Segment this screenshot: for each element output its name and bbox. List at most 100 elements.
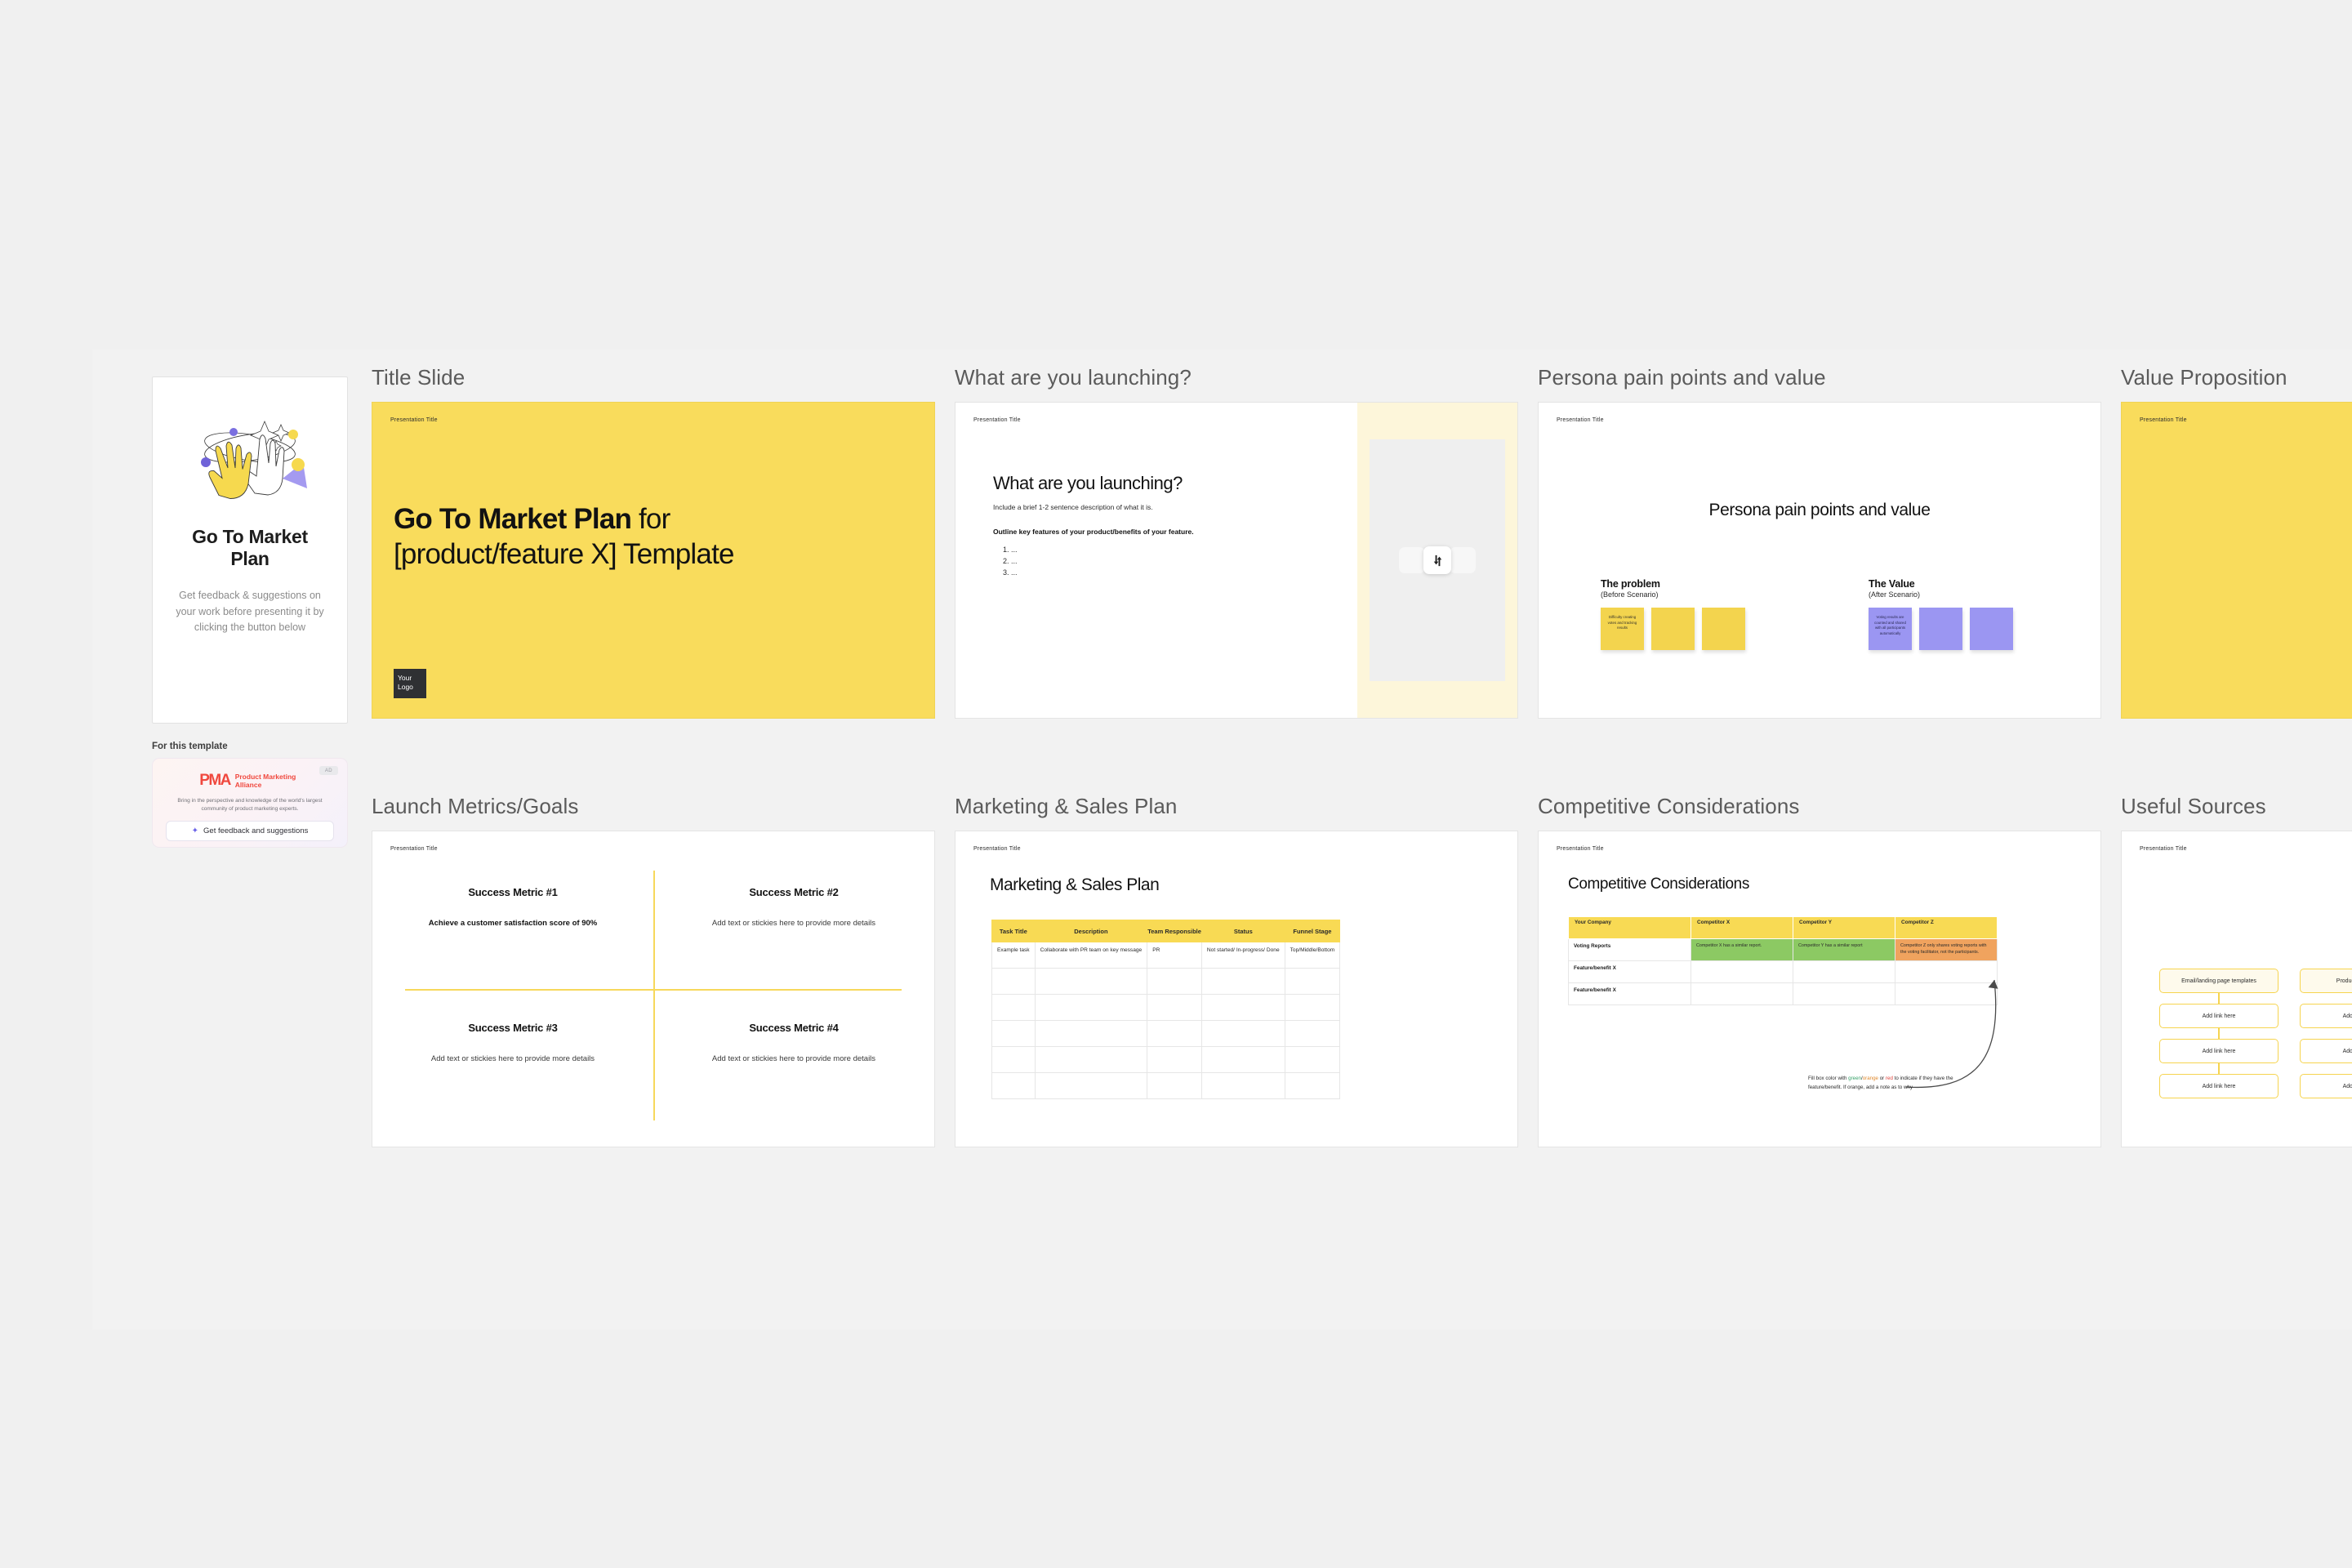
slide-thumbnail[interactable]: Presentation Title Success Metric #1 Ach…	[372, 831, 935, 1147]
source-link[interactable]: Add link here	[2159, 1004, 2278, 1028]
list-item: 2. ...	[1003, 556, 1018, 565]
table-cell[interactable]	[1147, 1046, 1202, 1073]
image-placeholder[interactable]	[1370, 439, 1505, 681]
template-cover-card[interactable]: Go To Market Plan Get feedback & suggest…	[152, 376, 348, 724]
slide-card-competitive-considerations[interactable]: Competitive Considerations Presentation …	[1538, 794, 2101, 1147]
table-cell[interactable]	[1284, 1020, 1341, 1047]
pma-promo-card[interactable]: AD PMA Product Marketing Alliance Bring …	[152, 758, 348, 848]
table-cell[interactable]	[1690, 960, 1793, 983]
table-row[interactable]	[991, 1020, 1341, 1047]
sticky-note[interactable]: Difficulty creating votes and tracking r…	[1601, 608, 1644, 650]
table-cell[interactable]: Top/Middle/Bottom	[1284, 942, 1341, 969]
presentation-title: Presentation Title	[2140, 846, 2187, 852]
swap-arrows-glyph	[1433, 555, 1441, 566]
table-row[interactable]: Example task Collaborate with PR team on…	[991, 942, 1341, 969]
sticky-note[interactable]: Voting results are counted and shared wi…	[1869, 608, 1912, 650]
source-link[interactable]: Add link here	[2159, 1039, 2278, 1063]
table-row[interactable]	[991, 1046, 1341, 1073]
slide-card-persona-pain-points[interactable]: Persona pain points and value Presentati…	[1538, 365, 2101, 719]
table-cell[interactable]	[991, 968, 1036, 995]
table-cell[interactable]	[1200, 994, 1285, 1021]
slide-thumbnail[interactable]: Presentation Title What are you launchin…	[955, 402, 1518, 719]
table-cell[interactable]	[1200, 1072, 1285, 1099]
slide-card-marketing-sales-plan[interactable]: Marketing & Sales Plan Presentation Titl…	[955, 794, 1518, 1147]
source-link[interactable]: Add link here	[2300, 1039, 2352, 1063]
table-cell[interactable]	[1147, 968, 1202, 995]
table-cell[interactable]	[1034, 1072, 1148, 1099]
slide-label: Useful Sources	[2121, 794, 2266, 818]
table-cell[interactable]: Example task	[991, 942, 1036, 969]
table-cell[interactable]	[1147, 1072, 1202, 1099]
source-link[interactable]: Add link here	[2300, 1004, 2352, 1028]
slide-thumbnail[interactable]: Presentation Title Marketing & Sales Pla…	[955, 831, 1518, 1147]
slide-card-title-slide[interactable]: Title Slide Presentation Title Go To Mar…	[372, 365, 935, 719]
table-cell[interactable]	[991, 994, 1036, 1021]
column-header: Task Title	[991, 920, 1036, 942]
source-column: Product Roadmap Add link here Add link h…	[2300, 969, 2352, 1098]
table-cell[interactable]	[991, 1046, 1036, 1073]
source-link[interactable]: Add link here	[2300, 1074, 2352, 1098]
quadrant-title: Success Metric #2	[749, 886, 839, 898]
slide-label: Persona pain points and value	[1538, 365, 1826, 390]
source-column-head[interactable]: Email/landing page templates	[2159, 969, 2278, 993]
slide-thumbnail[interactable]: Presentation Title Go To Market Plan for…	[372, 402, 935, 719]
table-cell[interactable]	[1034, 994, 1148, 1021]
sticky-note[interactable]	[1702, 608, 1745, 650]
table-cell[interactable]	[1200, 968, 1285, 995]
slide-card-launch-metrics[interactable]: Launch Metrics/Goals Presentation Title …	[372, 794, 935, 1147]
table-cell[interactable]	[1034, 1046, 1148, 1073]
table-cell[interactable]	[991, 1072, 1036, 1099]
sticky-note[interactable]	[1970, 608, 2013, 650]
screen-root: Go To Market Plan Get feedback & suggest…	[0, 0, 2352, 1568]
quadrant-divider-vertical	[653, 871, 655, 1120]
connector	[2218, 1028, 2220, 1039]
column-header: Competitor Y	[1793, 916, 1895, 939]
column-title: The Value	[1869, 578, 1915, 590]
slide-thumbnail[interactable]: Presentation Title Competitive Considera…	[1538, 831, 2101, 1147]
slide-label: Competitive Considerations	[1538, 794, 1800, 818]
slide-body: What are you launching? Include a brief …	[993, 473, 1254, 579]
table-cell[interactable]	[1284, 1046, 1341, 1073]
table-cell[interactable]	[1284, 994, 1341, 1021]
source-column-head[interactable]: Product Roadmap	[2300, 969, 2352, 993]
slide-thumbnail[interactable]: Presentation Title For Who wants/needs (…	[2121, 402, 2352, 719]
table-cell[interactable]: PR	[1147, 942, 1202, 969]
table-cell[interactable]	[1034, 1020, 1148, 1047]
table-cell[interactable]	[1284, 968, 1341, 995]
sources-columns: Email/landing page templates Add link he…	[2159, 969, 2352, 1098]
presentation-title: Presentation Title	[390, 417, 438, 423]
table-row[interactable]	[991, 994, 1341, 1021]
table-cell[interactable]: Not started/ In-progress/ Done	[1200, 942, 1285, 969]
slide-card-what-are-you-launching[interactable]: What are you launching? Presentation Tit…	[955, 365, 1518, 719]
slide-thumbnail[interactable]: Presentation Title Persona pain points a…	[1538, 402, 2101, 719]
sticky-note[interactable]	[1919, 608, 1962, 650]
table-cell[interactable]	[991, 1020, 1036, 1047]
table-cell[interactable]	[1147, 994, 1202, 1021]
slide-thumbnail[interactable]: Presentation Title Useful Sources Email/…	[2121, 831, 2352, 1147]
connector	[2218, 1063, 2220, 1074]
table-cell[interactable]	[1690, 982, 1793, 1005]
slide-card-useful-sources[interactable]: Useful Sources Presentation Title Useful…	[2121, 794, 2352, 1147]
column-header: Competitor X	[1690, 916, 1793, 939]
fill-color-note: Fill box color with green/orange or red …	[1808, 1075, 1971, 1093]
sticky-note[interactable]	[1651, 608, 1695, 650]
swap-image-icon[interactable]	[1423, 546, 1451, 574]
marketing-plan-table: Task Title Description Team Responsible …	[991, 920, 1341, 1099]
get-feedback-button[interactable]: ✦ Get feedback and suggestions	[166, 820, 334, 841]
row-header: Feature/benefit X	[1568, 982, 1691, 1005]
slide-heading-bold: Go To Market Plan	[394, 503, 632, 535]
table-cell[interactable]	[1200, 1020, 1285, 1047]
table-cell[interactable]	[1284, 1072, 1341, 1099]
table-row[interactable]	[991, 968, 1341, 995]
slide-card-value-proposition[interactable]: Value Proposition Presentation Title For…	[2121, 365, 2352, 719]
table-cell[interactable]: Collaborate with PR team on key message	[1034, 942, 1148, 969]
slide-label: Value Proposition	[2121, 365, 2287, 390]
table-cell[interactable]	[1200, 1046, 1285, 1073]
table-cell[interactable]	[1034, 968, 1148, 995]
note-mid: or	[1878, 1076, 1886, 1081]
quadrant-title: Success Metric #3	[468, 1022, 558, 1034]
table-cell[interactable]: Competitor X has a similar report.	[1690, 938, 1793, 961]
source-link[interactable]: Add link here	[2159, 1074, 2278, 1098]
table-cell[interactable]	[1147, 1020, 1202, 1047]
table-row[interactable]	[991, 1072, 1341, 1099]
